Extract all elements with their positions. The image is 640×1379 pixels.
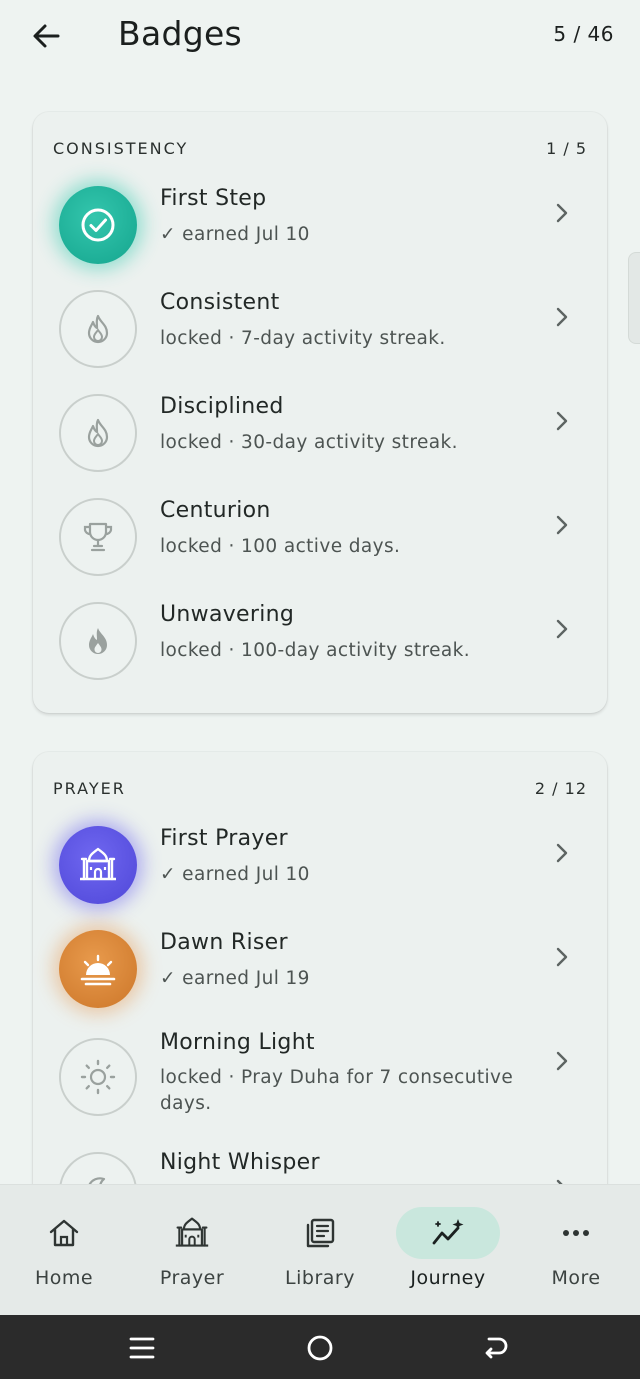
badge-status: ✓ earned Jul 10 (160, 224, 310, 245)
badge-status: locked · 7-day activity streak. (160, 328, 446, 349)
chevron-right-icon (556, 843, 568, 863)
badge-medallion (59, 1152, 137, 1184)
bottom-navigation: Home Prayer Library Journey More (0, 1184, 640, 1315)
badge-row-unwavering[interactable]: Unwavering locked · 100-day activity str… (33, 590, 607, 694)
badge-status: locked · 100 active days. (160, 536, 401, 557)
nav-item-home[interactable]: Home (0, 1185, 128, 1316)
more-icon (563, 1230, 589, 1236)
badge-status: locked · 100-day activity streak. (160, 640, 471, 661)
nav-label: More (551, 1267, 601, 1289)
system-recents-button[interactable] (125, 1331, 159, 1365)
nav-icon-wrap (428, 1215, 468, 1251)
badges-scroll-area[interactable]: CONSISTENCY 1 / 5 First Step ✓ earned Ju… (0, 80, 640, 1184)
flame-filled-icon (89, 628, 107, 654)
recents-icon (129, 1337, 155, 1359)
library-icon (306, 1218, 335, 1248)
badge-title: Centurion (160, 498, 271, 523)
back-button[interactable] (26, 16, 66, 56)
page-title: Badges (118, 14, 243, 53)
badge-title: Morning Light (160, 1030, 315, 1055)
chevron-right-icon (556, 515, 568, 535)
badge-medallion (59, 930, 137, 1008)
category-card-consistency: CONSISTENCY 1 / 5 First Step ✓ earned Ju… (33, 112, 607, 713)
badge-title: First Prayer (160, 826, 288, 851)
nav-item-prayer[interactable]: Prayer (128, 1185, 256, 1316)
category-count: 1 / 5 (546, 138, 587, 158)
nav-label: Home (34, 1267, 94, 1289)
chevron-right-icon (556, 411, 568, 431)
badge-status: ✓ earned Jul 19 (160, 968, 310, 989)
system-back-button[interactable] (479, 1331, 513, 1365)
badge-title: Consistent (160, 290, 280, 315)
category-header: PRAYER 2 / 12 (53, 776, 587, 800)
nav-label: Library (285, 1267, 355, 1289)
nav-icon-wrap (172, 1215, 212, 1251)
moon-icon (88, 1177, 106, 1184)
badge-row-consistent[interactable]: Consistent locked · 7-day activity strea… (33, 278, 607, 382)
home-icon (49, 1219, 79, 1247)
badge-title: Disciplined (160, 394, 284, 419)
badge-title: Night Whisper (160, 1150, 320, 1175)
nav-label: Prayer (159, 1267, 225, 1289)
category-title: CONSISTENCY (53, 138, 189, 158)
category-card-prayer: PRAYER 2 / 12 First Prayer ✓ earned Jul … (33, 752, 607, 1184)
badge-status: locked · Pray Duha for 7 consecutive day… (160, 1067, 514, 1114)
chevron-right-icon (556, 947, 568, 967)
badge-status: ✓ earned Jul 10 (160, 864, 310, 885)
badge-medallion (59, 290, 137, 368)
badge-row-disciplined[interactable]: Disciplined locked · 30-day activity str… (33, 382, 607, 486)
scroll-handle[interactable] (628, 252, 640, 344)
sunrise-icon (80, 954, 116, 986)
badges-earned-count: 5 / 46 (553, 22, 614, 46)
arrow-left-icon (33, 24, 60, 48)
app-bar: Badges 5 / 46 (0, 0, 640, 80)
badge-status: locked · 30-day activity streak. (160, 432, 458, 453)
chevron-right-icon (556, 1051, 568, 1071)
nav-icon-wrap (556, 1215, 596, 1251)
badge-medallion (59, 826, 137, 904)
badge-medallion (59, 1038, 137, 1116)
badge-medallion (59, 602, 137, 680)
badge-row-morning-light[interactable]: Morning Light locked · Pray Duha for 7 c… (33, 1022, 607, 1126)
home-circle-icon (307, 1335, 333, 1361)
system-home-button[interactable] (303, 1331, 337, 1365)
badge-title: Dawn Riser (160, 930, 288, 955)
badge-medallion (59, 498, 137, 576)
flame-outline-icon (87, 314, 109, 344)
sun-icon (80, 1059, 116, 1095)
chevron-right-icon (556, 307, 568, 327)
system-navigation-bar (0, 1315, 640, 1379)
badge-medallion (59, 186, 137, 264)
check-circle-icon (81, 208, 115, 242)
mosque-icon (80, 847, 116, 881)
category-header: CONSISTENCY 1 / 5 (53, 136, 587, 160)
badge-medallion (59, 394, 137, 472)
chevron-right-icon (556, 619, 568, 639)
badge-row-dawn-riser[interactable]: Dawn Riser ✓ earned Jul 19 (33, 918, 607, 1022)
category-count: 2 / 12 (534, 778, 587, 798)
badge-row-centurion[interactable]: Centurion locked · 100 active days. (33, 486, 607, 590)
nav-label: Journey (410, 1267, 486, 1289)
nav-item-more[interactable]: More (512, 1185, 640, 1316)
badge-title: Unwavering (160, 602, 295, 627)
back-icon (485, 1337, 508, 1359)
chevron-right-icon (556, 203, 568, 223)
badge-row-first-prayer[interactable]: First Prayer ✓ earned Jul 10 (33, 814, 607, 918)
trophy-icon (83, 522, 113, 552)
mosque-icon (175, 1217, 209, 1247)
badge-row-first-step[interactable]: First Step ✓ earned Jul 10 (33, 174, 607, 278)
category-title: PRAYER (53, 778, 126, 798)
nav-item-library[interactable]: Library (256, 1185, 384, 1316)
badge-title: First Step (160, 186, 267, 211)
badge-row-night-whisper[interactable]: Night Whisper (33, 1150, 607, 1184)
journey-icon (432, 1219, 464, 1245)
nav-icon-wrap (300, 1215, 340, 1251)
flame-outline-icon (87, 418, 109, 448)
nav-item-journey[interactable]: Journey (384, 1185, 512, 1316)
nav-icon-wrap (44, 1215, 84, 1251)
